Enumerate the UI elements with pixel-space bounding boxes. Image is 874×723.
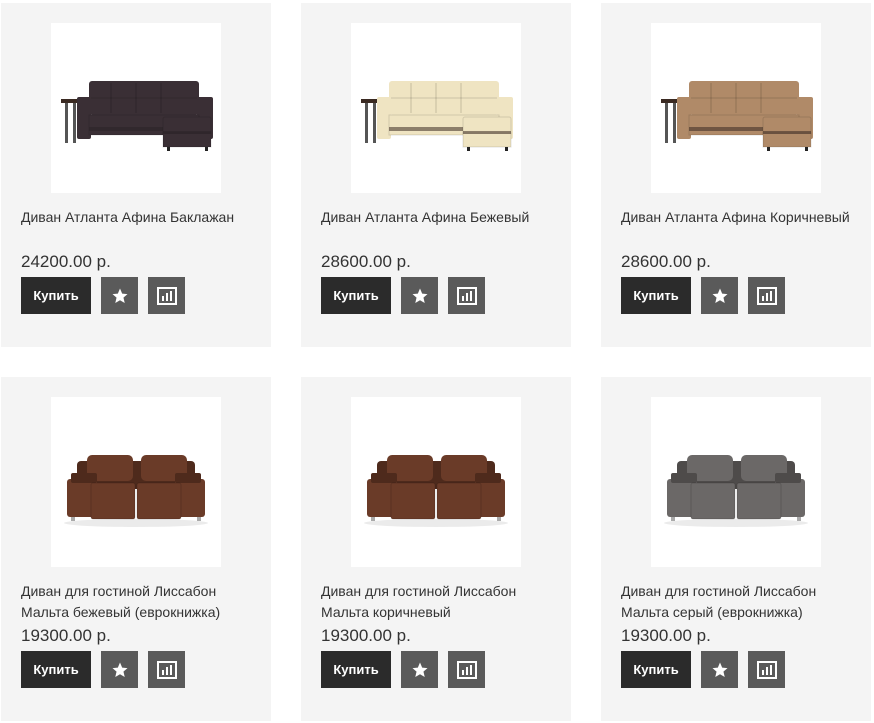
product-actions: Купить bbox=[621, 651, 785, 688]
buy-button[interactable]: Купить bbox=[21, 277, 91, 314]
add-to-compare-button[interactable] bbox=[148, 277, 185, 314]
product-card: Диван для гостиной Лиссабон Мальта серый… bbox=[601, 377, 871, 721]
product-card: Диван Атланта Афина Баклажан 24200.00 р.… bbox=[1, 3, 271, 347]
product-card: Диван Атланта Афина Бежевый 28600.00 р. … bbox=[301, 3, 571, 347]
add-to-compare-button[interactable] bbox=[448, 651, 485, 688]
star-icon bbox=[411, 287, 429, 305]
product-price: 24200.00 р. bbox=[21, 252, 111, 271]
product-title[interactable]: Диван для гостиной Лиссабон Мальта корич… bbox=[321, 581, 561, 623]
bar-chart-icon bbox=[456, 286, 477, 305]
product-title[interactable]: Диван Атланта Афина Баклажан bbox=[21, 207, 261, 228]
star-icon bbox=[411, 661, 429, 679]
product-actions: Купить bbox=[321, 651, 485, 688]
buy-button[interactable]: Купить bbox=[321, 651, 391, 688]
product-actions: Купить bbox=[621, 277, 785, 314]
bar-chart-icon bbox=[156, 660, 177, 679]
product-image[interactable] bbox=[651, 23, 821, 193]
product-image[interactable] bbox=[651, 397, 821, 567]
product-price: 19300.00 р. bbox=[21, 626, 111, 645]
buy-button[interactable]: Купить bbox=[621, 277, 691, 314]
bar-chart-icon bbox=[756, 660, 777, 679]
star-icon bbox=[711, 661, 729, 679]
product-image[interactable] bbox=[51, 397, 221, 567]
bar-chart-icon bbox=[156, 286, 177, 305]
star-icon bbox=[111, 661, 129, 679]
add-to-compare-button[interactable] bbox=[448, 277, 485, 314]
product-price: 19300.00 р. bbox=[321, 626, 411, 645]
product-actions: Купить bbox=[21, 277, 185, 314]
product-actions: Купить bbox=[321, 277, 485, 314]
bar-chart-icon bbox=[756, 286, 777, 305]
add-to-favorites-button[interactable] bbox=[701, 277, 738, 314]
star-icon bbox=[711, 287, 729, 305]
add-to-favorites-button[interactable] bbox=[101, 651, 138, 688]
product-actions: Купить bbox=[21, 651, 185, 688]
buy-button[interactable]: Купить bbox=[21, 651, 91, 688]
buy-button[interactable]: Купить bbox=[621, 651, 691, 688]
add-to-compare-button[interactable] bbox=[748, 277, 785, 314]
star-icon bbox=[111, 287, 129, 305]
add-to-favorites-button[interactable] bbox=[101, 277, 138, 314]
add-to-favorites-button[interactable] bbox=[701, 651, 738, 688]
buy-button[interactable]: Купить bbox=[321, 277, 391, 314]
product-title[interactable]: Диван Атланта Афина Бежевый bbox=[321, 207, 561, 228]
product-card: Диван Атланта Афина Коричневый 28600.00 … bbox=[601, 3, 871, 347]
product-price: 19300.00 р. bbox=[621, 626, 711, 645]
product-image[interactable] bbox=[351, 397, 521, 567]
product-title[interactable]: Диван Атланта Афина Коричневый bbox=[621, 207, 861, 228]
add-to-compare-button[interactable] bbox=[148, 651, 185, 688]
product-price: 28600.00 р. bbox=[321, 252, 411, 271]
product-image[interactable] bbox=[351, 23, 521, 193]
product-title[interactable]: Диван для гостиной Лиссабон Мальта бежев… bbox=[21, 581, 261, 623]
add-to-compare-button[interactable] bbox=[748, 651, 785, 688]
product-price: 28600.00 р. bbox=[621, 252, 711, 271]
add-to-favorites-button[interactable] bbox=[401, 277, 438, 314]
product-image[interactable] bbox=[51, 23, 221, 193]
add-to-favorites-button[interactable] bbox=[401, 651, 438, 688]
product-card: Диван для гостиной Лиссабон Мальта бежев… bbox=[1, 377, 271, 721]
bar-chart-icon bbox=[456, 660, 477, 679]
product-title[interactable]: Диван для гостиной Лиссабон Мальта серый… bbox=[621, 581, 861, 623]
product-card: Диван для гостиной Лиссабон Мальта корич… bbox=[301, 377, 571, 721]
